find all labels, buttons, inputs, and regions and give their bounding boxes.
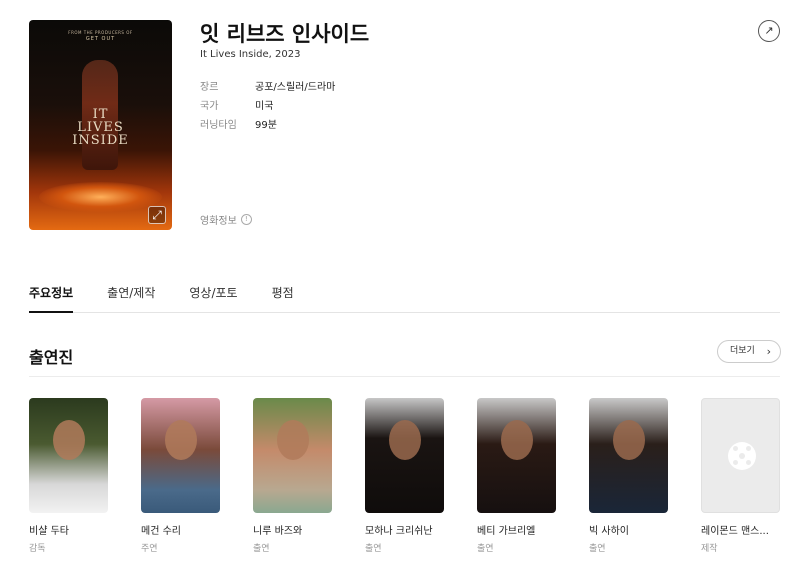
cast-name[interactable]: 빅 사하이	[589, 522, 668, 537]
face-shape	[165, 420, 197, 460]
film-reel-icon	[728, 442, 756, 470]
meta-value: 미국	[255, 101, 274, 112]
cast-name[interactable]: 모하나 크리쉬난	[365, 522, 444, 537]
meta-row-runtime: 러닝타임 99분	[200, 114, 335, 133]
cast-role: 제작	[701, 544, 718, 554]
meta-row-country: 국가 미국	[200, 95, 335, 114]
cast-card[interactable]: 비샬 두타 감독	[29, 398, 108, 554]
movie-title: 잇 리브즈 인사이드	[200, 22, 370, 46]
movie-info-link[interactable]: 영화정보 !	[200, 212, 252, 227]
movie-original-title: It Lives Inside, 2023	[200, 49, 301, 60]
cast-heading: 출연진	[29, 348, 74, 367]
cast-photo[interactable]	[477, 398, 556, 513]
cast-role: 출연	[365, 544, 382, 554]
cast-name[interactable]: 베티 가브리엘	[477, 522, 556, 537]
meta-label: 장르	[200, 82, 219, 93]
cast-name[interactable]: 레이몬드 맨스...	[701, 522, 780, 537]
movie-info-label: 영화정보	[200, 216, 237, 227]
movie-meta: 장르 공포/스릴러/드라마 국가 미국 러닝타임 99분	[200, 76, 335, 133]
tab-bar: 주요정보 출연/제작 영상/포토 평점	[29, 272, 780, 313]
cast-card[interactable]: 베티 가브리엘 출연	[477, 398, 556, 554]
poster-subtitle: GET OUT	[85, 36, 116, 42]
cast-photo[interactable]	[253, 398, 332, 513]
meta-label: 러닝타임	[200, 120, 237, 131]
more-button-label: 더보기	[730, 346, 755, 356]
face-shape	[53, 420, 85, 460]
divider	[29, 376, 780, 377]
cast-photo-placeholder[interactable]	[701, 398, 780, 513]
face-shape	[613, 420, 645, 460]
poster-title-art: IT LIVES INSIDE	[72, 107, 129, 148]
face-shape	[501, 420, 533, 460]
info-icon[interactable]: !	[240, 214, 252, 225]
share-icon: ↗	[764, 24, 774, 37]
tab-ratings[interactable]: 평점	[272, 272, 294, 313]
cast-name[interactable]: 비샬 두타	[29, 522, 108, 537]
cast-role: 출연	[477, 544, 494, 554]
poster-tagline: FROM THE PRODUCERS OF	[68, 30, 133, 35]
share-button[interactable]: ↗	[758, 20, 780, 42]
movie-poster[interactable]: FROM THE PRODUCERS OF GET OUT IT LIVES I…	[29, 20, 172, 230]
cast-name[interactable]: 니루 바즈와	[253, 522, 332, 537]
cast-photo[interactable]	[589, 398, 668, 513]
cast-photo[interactable]	[365, 398, 444, 513]
cast-card[interactable]: 모하나 크리쉬난 출연	[365, 398, 444, 554]
tab-main-info[interactable]: 주요정보	[29, 272, 74, 313]
cast-role: 출연	[589, 544, 606, 554]
face-shape	[277, 420, 309, 460]
more-button[interactable]: 더보기 ›	[717, 340, 781, 363]
expand-icon[interactable]: ⤢	[148, 206, 166, 224]
cast-card[interactable]: 니루 바즈와 출연	[253, 398, 332, 554]
cast-card[interactable]: 빅 사하이 출연	[589, 398, 668, 554]
poster-glow	[39, 182, 162, 212]
cast-photo[interactable]	[141, 398, 220, 513]
meta-value: 공포/스릴러/드라마	[255, 82, 336, 93]
cast-card[interactable]: 레이몬드 맨스... 제작	[701, 398, 780, 554]
meta-row-genre: 장르 공포/스릴러/드라마	[200, 76, 335, 95]
cast-name[interactable]: 메건 수리	[141, 522, 220, 537]
tab-video-photo[interactable]: 영상/포토	[189, 272, 237, 313]
cast-role: 주연	[141, 544, 158, 554]
cast-list: 비샬 두타 감독 메건 수리 주연 니루 바즈와 출연 모하나 크리쉬난 출연 …	[29, 398, 780, 554]
chevron-right-icon: ›	[766, 345, 771, 358]
tab-cast-crew[interactable]: 출연/제작	[107, 272, 155, 313]
cast-role: 감독	[29, 544, 46, 554]
meta-value: 99분	[255, 120, 277, 131]
face-shape	[389, 420, 421, 460]
cast-card[interactable]: 메건 수리 주연	[141, 398, 220, 554]
cast-photo[interactable]	[29, 398, 108, 513]
meta-label: 국가	[200, 101, 219, 112]
cast-role: 출연	[253, 544, 270, 554]
